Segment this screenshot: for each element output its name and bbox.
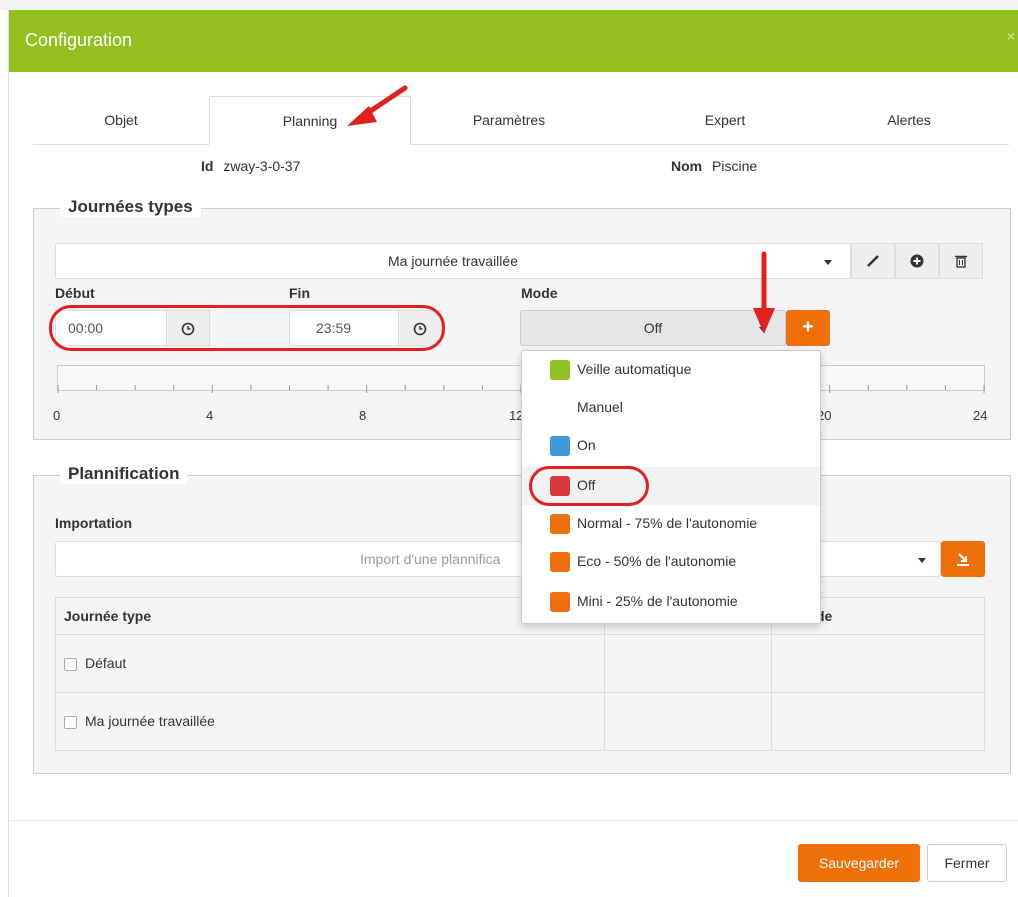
- dialog-header: Configuration ×: [9, 10, 1018, 72]
- row-label: Défaut: [85, 655, 127, 671]
- id-row: Id zway-3-0-37: [201, 158, 300, 174]
- mode-select[interactable]: Off: [520, 310, 786, 346]
- color-swatch: [550, 514, 570, 534]
- day-type-select-value: Ma journée travaillée: [388, 253, 518, 269]
- mode-option-mini[interactable]: Mini - 25% de l'autonomie: [522, 583, 820, 621]
- import-select-placeholder: Import d'une plannifica: [360, 551, 501, 567]
- plannification-legend: Plannification: [60, 464, 188, 484]
- table-header: Journée type de: [56, 598, 984, 634]
- timeline-tick-label: 4: [206, 408, 214, 423]
- row-defaut[interactable]: Défaut: [64, 655, 126, 671]
- mode-option-veille[interactable]: Veille automatique: [522, 351, 820, 389]
- debut-label: Début: [55, 285, 95, 301]
- chevron-down-icon: [918, 558, 926, 563]
- save-button[interactable]: Sauvegarder: [798, 844, 920, 882]
- fin-label: Fin: [289, 285, 310, 301]
- edit-day-button[interactable]: [851, 243, 895, 279]
- annotation-arrow-mode: [753, 251, 775, 334]
- color-swatch: [550, 436, 570, 456]
- row-ma-journee[interactable]: Ma journée travaillée: [64, 713, 215, 729]
- chevron-down-icon: [824, 260, 832, 265]
- column-header-journee-type: Journée type: [64, 608, 152, 624]
- plus-circle-icon: [910, 254, 924, 268]
- mode-select-value: Off: [643, 320, 663, 336]
- pencil-icon: [867, 254, 879, 267]
- mode-option-eco[interactable]: Eco - 50% de l'autonomie: [522, 543, 820, 581]
- nom-label: Nom: [671, 158, 703, 174]
- table-row: Ma journée travaillée: [56, 692, 984, 751]
- delete-day-button[interactable]: [939, 243, 983, 279]
- nom-value: Piscine: [712, 158, 758, 174]
- color-swatch: [550, 398, 570, 418]
- option-label: Mini - 25% de l'autonomie: [577, 593, 738, 609]
- close-icon[interactable]: ×: [1007, 28, 1015, 44]
- journees-types-legend: Journées types: [60, 197, 201, 217]
- mode-option-manuel[interactable]: Manuel: [522, 389, 820, 427]
- close-button[interactable]: Fermer: [927, 844, 1007, 882]
- nom-row: Nom Piscine: [671, 158, 757, 174]
- footer-divider: [9, 820, 1018, 821]
- option-label: Manuel: [577, 399, 623, 415]
- annotation-oval-times: [49, 305, 445, 351]
- table-row: Défaut: [56, 634, 984, 693]
- tab-parametres[interactable]: Paramètres: [409, 96, 609, 144]
- mode-label: Mode: [521, 285, 558, 301]
- color-swatch: [550, 360, 570, 380]
- row-label: Ma journée travaillée: [85, 713, 215, 729]
- background-strip: [0, 0, 1018, 10]
- add-day-button[interactable]: [895, 243, 939, 279]
- importation-label: Importation: [55, 515, 132, 531]
- id-value: zway-3-0-37: [223, 158, 301, 174]
- tab-objet[interactable]: Objet: [33, 96, 209, 144]
- mode-option-on[interactable]: On: [522, 427, 820, 465]
- option-label: On: [577, 437, 596, 453]
- timeline-tick-label: 8: [359, 408, 367, 423]
- tab-alertes[interactable]: Alertes: [809, 96, 1009, 144]
- tab-bar: Objet Planning Paramètres Expert Alertes: [33, 96, 1009, 145]
- dialog-title: Configuration: [25, 30, 133, 50]
- trash-icon: [955, 255, 967, 268]
- planning-table: Journée type de Défaut Ma journée travai…: [55, 597, 985, 751]
- option-label: Veille automatique: [577, 361, 692, 377]
- annotation-oval-off: [529, 466, 649, 506]
- color-swatch: [550, 592, 570, 612]
- row-checkbox[interactable]: [64, 657, 77, 671]
- row-checkbox[interactable]: [64, 715, 77, 729]
- import-icon: [957, 553, 969, 566]
- import-button[interactable]: [941, 541, 985, 577]
- option-label: Eco - 50% de l'autonomie: [577, 553, 737, 569]
- mode-option-normal[interactable]: Normal - 75% de l'autonomie: [522, 505, 820, 543]
- add-mode-button[interactable]: +: [786, 310, 830, 346]
- color-swatch: [550, 552, 570, 572]
- timeline-tick-label: 0: [53, 408, 61, 423]
- plus-icon: +: [802, 316, 814, 338]
- option-label: Normal - 75% de l'autonomie: [577, 515, 758, 531]
- annotation-arrow-planning: [347, 85, 408, 126]
- timeline-tick-label: 24: [973, 408, 988, 423]
- id-label: Id: [201, 158, 214, 174]
- configuration-dialog: Configuration × Objet Planning Paramètre…: [8, 10, 1018, 897]
- tab-expert[interactable]: Expert: [625, 96, 825, 144]
- day-type-select[interactable]: Ma journée travaillée: [55, 243, 851, 279]
